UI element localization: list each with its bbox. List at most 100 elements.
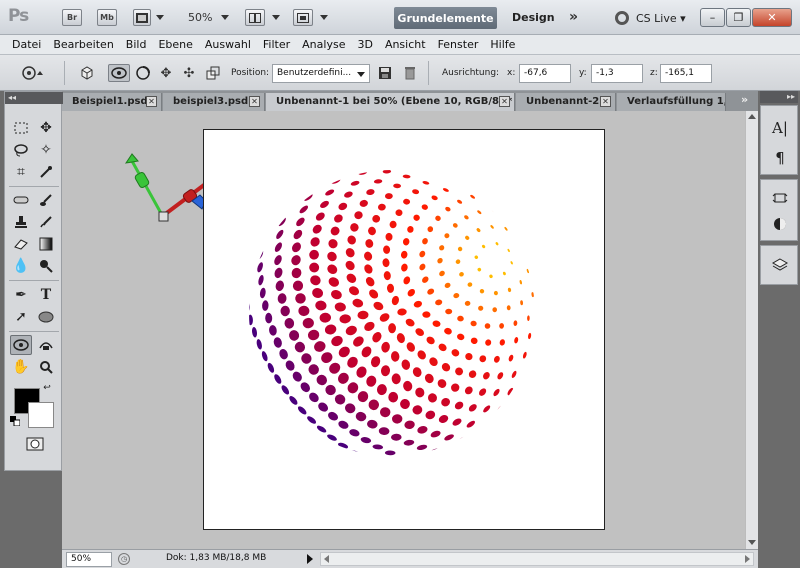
axis-origin-handle[interactable] [158,211,169,222]
workspace-more-button[interactable]: » [569,9,578,25]
more-tabs-button[interactable]: » [741,93,748,106]
ellipse-tool-icon[interactable] [35,307,57,327]
restore-button[interactable]: ❐ [726,8,751,27]
close-icon[interactable]: ✕ [146,96,157,107]
tab-verlaufsfuellung[interactable]: Verlaufsfüllung 1, [617,93,726,111]
swap-colors-icon[interactable]: ↩ [41,383,53,393]
tab-beispiel3[interactable]: beispiel3.psd ✕ [163,93,265,111]
minibridge-button[interactable]: Mb [97,9,117,26]
3d-pan-tool-icon[interactable]: ✥ [157,64,175,82]
menu-hilfe[interactable]: Hilfe [490,35,515,54]
masks-panel-icon[interactable] [770,214,790,234]
paragraph-panel-icon[interactable]: ¶ [770,148,790,168]
cslive-button[interactable]: CS Live ▾ [636,12,686,25]
minimize-button[interactable]: – [700,8,725,27]
info-icon[interactable]: ◷ [118,553,130,565]
rectangular-marquee-tool-icon[interactable] [10,118,32,138]
screen-mode-dropdown-icon[interactable] [320,15,328,20]
workspace-design-button[interactable]: Design [512,11,555,24]
zoom-input[interactable]: 50% [66,552,112,567]
zoom-dropdown-icon[interactable] [221,15,229,20]
history-brush-tool-icon[interactable] [35,212,57,232]
background-color-swatch[interactable] [28,402,54,428]
3d-rotate-tool-icon[interactable] [108,64,130,82]
blur-tool-icon[interactable]: 💧 [10,256,32,276]
dodge-tool-icon[interactable] [35,256,57,276]
3d-object-rotate-tool-icon[interactable] [10,335,32,355]
menu-ebene[interactable]: Ebene [158,35,192,54]
position-select[interactable]: Benutzerdefini... [272,64,370,83]
eraser-tool-icon[interactable] [10,234,32,254]
menu-auswahl[interactable]: Auswahl [205,35,251,54]
menu-3d[interactable]: 3D [357,35,372,54]
delete-position-icon[interactable] [401,64,419,82]
3d-roll-tool-icon[interactable] [134,64,152,82]
bridge-button[interactable]: Br [62,9,82,26]
y-axis-arrow-icon[interactable] [124,153,139,164]
scroll-right-arrow-icon[interactable] [745,555,750,563]
return-to-initial-position-icon[interactable] [78,64,96,82]
tab-beispiel1[interactable]: Beispiel1.psd ✕ [62,93,162,111]
menu-bild[interactable]: Bild [126,35,147,54]
status-menu-arrow-icon[interactable] [307,554,313,564]
3d-scale-tool-icon[interactable] [204,64,222,82]
close-button[interactable]: ✕ [752,8,792,27]
dotted-sphere-graphic[interactable] [204,130,606,531]
brush-tool-icon[interactable] [35,190,57,210]
move-tool-icon[interactable]: ✥ [35,118,57,138]
menu-filter[interactable]: Filter [263,35,290,54]
default-colors-icon[interactable] [9,416,21,426]
y-orientation-input[interactable]: -1,3 [591,64,643,83]
view-extras-button[interactable] [133,9,151,26]
layers-panel-icon[interactable] [770,255,790,275]
z-orientation-input[interactable]: -165,1 [660,64,712,83]
save-position-icon[interactable] [376,64,394,82]
vertical-scrollbar[interactable] [745,111,758,549]
view-extras-dropdown-icon[interactable] [156,15,164,20]
menu-bearbeiten[interactable]: Bearbeiten [53,35,113,54]
lasso-tool-icon[interactable] [10,140,32,160]
arrange-documents-button[interactable] [245,9,265,26]
close-icon[interactable]: ✕ [499,96,510,107]
menu-ansicht[interactable]: Ansicht [385,35,426,54]
3d-panel-icon[interactable] [770,188,790,208]
canvas-area[interactable] [62,111,745,549]
spot-healing-brush-tool-icon[interactable] [10,190,32,210]
toolbox-collapse-button[interactable]: ◂◂ [5,92,63,104]
x-orientation-input[interactable]: -67,6 [519,64,571,83]
hand-tool-icon[interactable]: ✋ [10,357,32,377]
path-selection-tool-icon[interactable]: ➚ [10,307,32,327]
close-icon[interactable]: ✕ [249,96,260,107]
arrange-dropdown-icon[interactable] [272,15,280,20]
3d-slide-tool-icon[interactable]: ✣ [180,64,198,82]
horizontal-scrollbar[interactable] [320,552,754,566]
zoom-tool-icon[interactable] [35,357,57,377]
quick-mask-icon[interactable] [25,436,45,452]
eyedropper-tool-icon[interactable] [35,162,57,182]
magic-wand-tool-icon[interactable]: ✧ [35,140,57,160]
cslive-icon[interactable] [615,11,629,25]
zoom-level[interactable]: 50% [188,11,212,24]
tab-unbenannt-2[interactable]: Unbenannt-2 ✕ [516,93,616,111]
tab-unbenannt-1[interactable]: Unbenannt-1 bei 50% (Ebene 10, RGB/8) * … [266,93,515,111]
tool-preset-picker[interactable] [20,64,46,82]
close-icon[interactable]: ✕ [600,96,611,107]
gradient-tool-icon[interactable] [35,234,57,254]
crop-tool-icon[interactable]: ⌗ [10,162,32,182]
screen-mode-button[interactable] [293,9,313,26]
menu-fenster[interactable]: Fenster [438,35,479,54]
character-panel-icon[interactable]: A| [770,118,790,138]
scroll-up-arrow-icon[interactable] [748,114,756,119]
scroll-left-arrow-icon[interactable] [324,555,329,563]
panel-dock-collapse-button[interactable]: ▸▸ [760,91,798,103]
menu-analyse[interactable]: Analyse [302,35,345,54]
workspace-grundelemente-button[interactable]: Grundelemente [394,7,497,29]
document-size-info[interactable]: Dok: 1,83 MB/18,8 MB [166,553,266,563]
type-tool-icon[interactable]: T [35,285,57,305]
scroll-down-arrow-icon[interactable] [748,540,756,545]
menu-datei[interactable]: Datei [12,35,41,54]
clone-stamp-tool-icon[interactable] [10,212,32,232]
pen-tool-icon[interactable]: ✒ [10,285,32,305]
3d-camera-rotate-tool-icon[interactable] [35,335,57,355]
document-canvas[interactable] [203,129,605,530]
